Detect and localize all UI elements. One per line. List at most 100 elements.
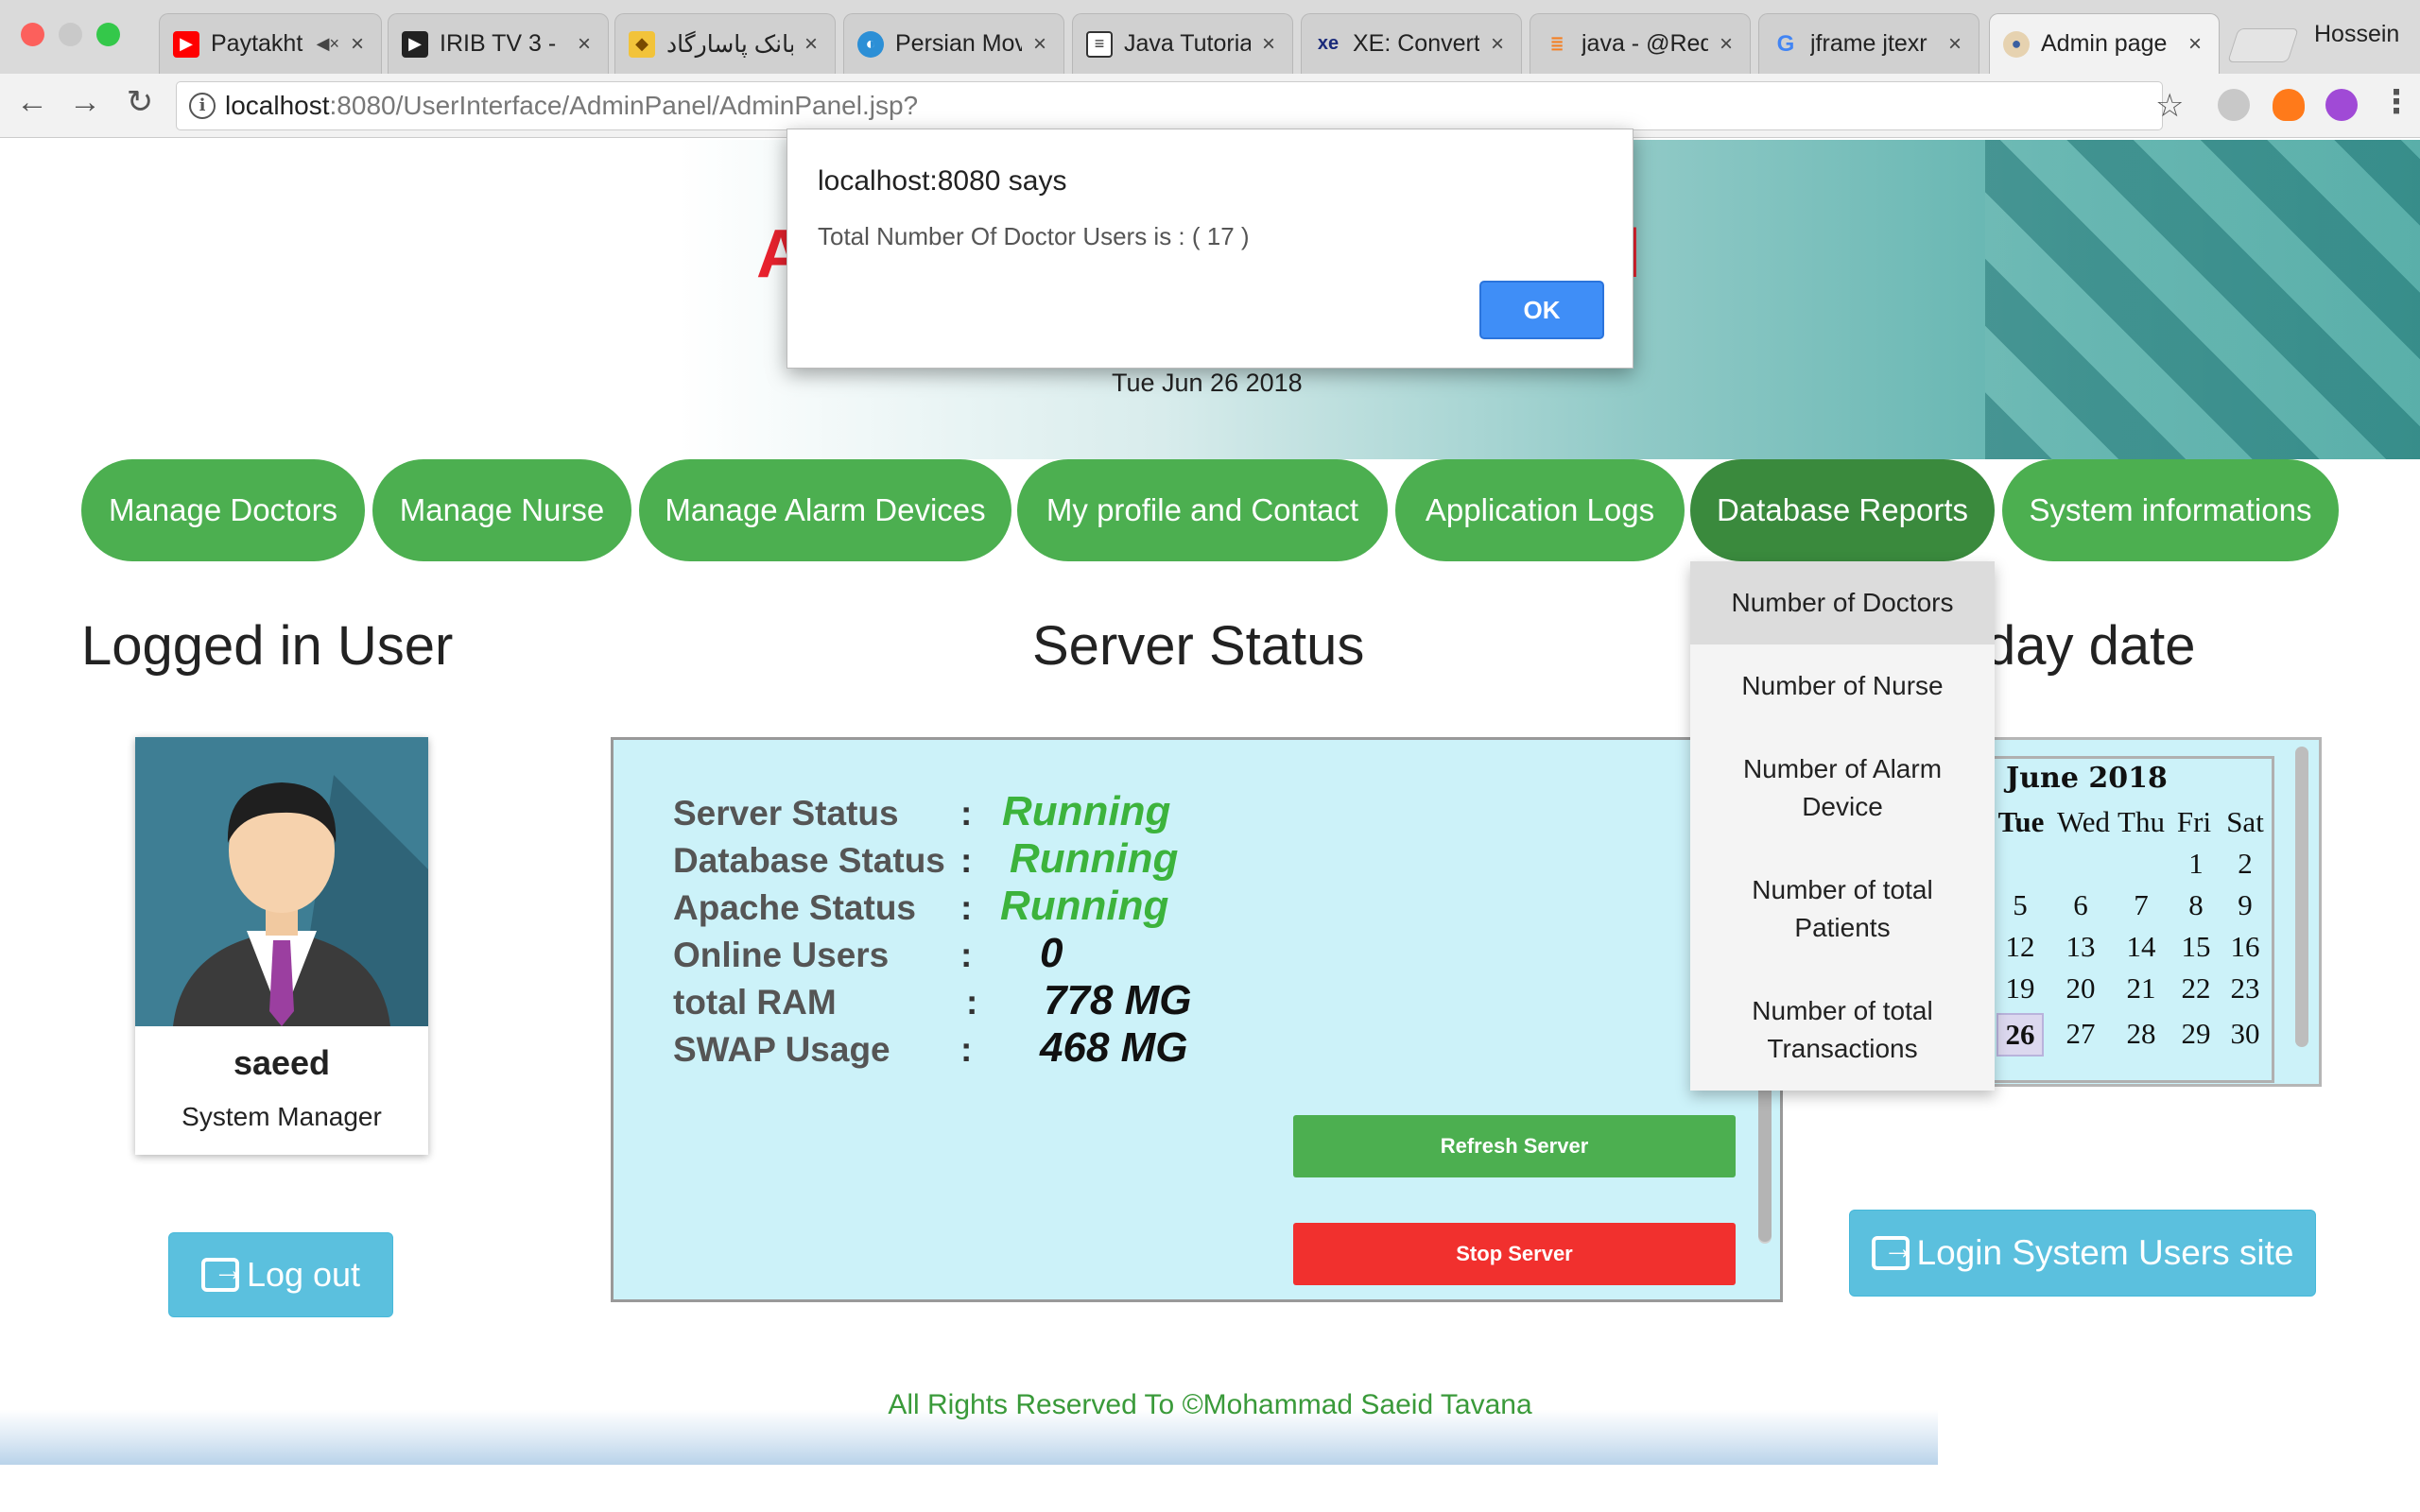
close-tab-icon[interactable]: × [1945,31,1965,58]
bookmark-star-icon[interactable]: ☆ [2155,87,2184,125]
server-status-colon: : [960,794,973,833]
calendar-day[interactable]: 6 [2057,888,2104,922]
total-ram-value: 778 MG [1044,977,1192,1023]
browser-profile-name[interactable]: Hossein [2314,21,2399,48]
browser-tab[interactable]: ≡ Java Tutoria × [1072,13,1293,74]
calendar-day[interactable]: 2 [2221,847,2269,881]
url-host: localhost [225,91,330,120]
swap-usage-value: 468 MG [1040,1024,1188,1071]
browser-tab[interactable]: ≣ java - @Req × [1530,13,1751,74]
menu-item-number-of-total-patients[interactable]: Number of total Patients [1690,850,1995,968]
speaker-muted-icon[interactable]: ◀× [317,34,339,54]
alert-title: localhost:8080 says [818,165,1067,197]
login-icon [1871,1230,1915,1270]
nav-my-profile[interactable]: My profile and Contact [1017,459,1388,561]
close-tab-icon[interactable]: × [347,31,368,58]
calendar-day[interactable]: 27 [2057,1017,2104,1051]
browser-tab-active[interactable]: ● Admin page × [1989,13,2220,74]
user-avatar-icon [135,737,428,1026]
login-system-users-button[interactable]: Login System Users site [1849,1210,2316,1297]
new-tab-button[interactable] [2227,28,2299,62]
globe-icon: ◐ [857,30,884,58]
nav-manage-nurse[interactable]: Manage Nurse [372,459,631,561]
tab-title: Persian Mov [895,30,1022,57]
calendar-day[interactable]: 8 [2172,888,2220,922]
back-arrow-icon[interactable]: ← [13,83,51,121]
menu-item-number-of-total-transactions[interactable]: Number of total Transactions [1690,971,1995,1089]
calendar-day[interactable]: 20 [2057,971,2104,1005]
browser-tab[interactable]: xe XE: Convert × [1301,13,1522,74]
browser-tab[interactable]: ▶ IRIB TV 3 - × [388,13,609,74]
calendar-day[interactable]: 22 [2172,971,2220,1005]
apache-status-label: Apache Status [673,888,917,927]
calendar-day[interactable]: 23 [2221,971,2269,1005]
close-tab-icon[interactable]: × [574,31,595,58]
calendar-day[interactable]: 9 [2221,888,2269,922]
close-tab-icon[interactable]: × [1716,31,1737,58]
database-status-value: Running [1010,835,1179,882]
calendar-today[interactable]: 26 [1996,1013,2044,1057]
minimize-window-icon[interactable] [59,23,82,46]
online-users-colon: : [960,936,973,974]
zoom-window-icon[interactable] [96,23,120,46]
avatar [135,737,428,1026]
calendar-weekday: Fri [2176,805,2212,838]
browser-tab[interactable]: G jframe jtexr × [1758,13,1979,74]
nav-manage-alarm-devices[interactable]: Manage Alarm Devices [639,459,1011,561]
calendar-day[interactable]: 14 [2118,930,2165,964]
close-window-icon[interactable] [21,23,44,46]
calendar-day[interactable]: 28 [2118,1017,2165,1051]
calendar-day[interactable]: 5 [1996,888,2044,922]
refresh-server-button[interactable]: Refresh Server [1293,1115,1736,1177]
calendar-day[interactable]: 15 [2172,930,2220,964]
calendar-scrollbar[interactable] [2295,747,2308,1047]
menu-item-number-of-doctors[interactable]: Number of Doctors [1690,561,1995,644]
nav-database-reports[interactable]: Database Reports [1690,459,1995,561]
nav-application-logs[interactable]: Application Logs [1395,459,1685,561]
stop-server-button[interactable]: Stop Server [1293,1223,1736,1285]
calendar-day[interactable]: 7 [2118,888,2165,922]
apache-status-colon: : [960,888,973,927]
site-info-icon[interactable]: i [189,93,216,119]
alert-ok-button[interactable]: OK [1479,281,1604,339]
nav-system-informations[interactable]: System informations [2002,459,2339,561]
globe-extension-icon[interactable] [2218,89,2250,121]
calendar-day[interactable]: 21 [2118,971,2165,1005]
forward-arrow-icon[interactable]: → [66,83,104,121]
calendar-day[interactable]: 29 [2172,1017,2220,1051]
tab-title: XE: Convert [1353,30,1479,57]
play-icon: ▶ [402,30,428,58]
tab-title: IRIB TV 3 - [440,30,557,57]
close-tab-icon[interactable]: × [1258,31,1279,58]
close-tab-icon[interactable]: × [1487,31,1508,58]
calendar-day[interactable]: 13 [2057,930,2104,964]
nav-manage-doctors[interactable]: Manage Doctors [81,459,365,561]
today-date-heading: day date [1985,615,2196,677]
online-users-value: 0 [1040,930,1063,976]
logout-button[interactable]: Log out [168,1232,393,1317]
browser-menu-icon[interactable]: ⋮ [2380,83,2412,121]
logout-label: Log out [246,1255,361,1294]
reload-icon[interactable]: ↻ [121,83,159,121]
close-tab-icon[interactable]: × [2185,31,2205,58]
youtube-icon: ▶ [173,30,199,58]
browser-tab[interactable]: ▶ Paytakht ◀× × [159,13,382,74]
browser-tab[interactable]: ◐ Persian Mov × [843,13,1064,74]
browser-tab[interactable]: ◆ بانک پاسارگاد :: × [614,13,836,74]
close-tab-icon[interactable]: × [1029,31,1050,58]
login-system-users-label: Login System Users site [1916,1233,2294,1272]
menu-item-number-of-alarm-device[interactable]: Number of Alarm Device [1690,730,1995,847]
url-text[interactable]: localhost:8080/UserInterface/AdminPanel/… [225,91,918,121]
calendar-day[interactable]: 19 [1996,971,2044,1005]
fire-extension-icon[interactable] [2273,89,2305,121]
menu-item-number-of-nurse[interactable]: Number of Nurse [1690,644,1995,728]
calendar-day[interactable]: 1 [2172,847,2220,881]
footer-copyright: All Rights Reserved To ©Mohammad Saeid T… [888,1389,1532,1420]
total-ram-colon: : [966,983,978,1022]
calendar-day[interactable]: 30 [2221,1017,2269,1051]
calendar-day[interactable]: 16 [2221,930,2269,964]
calendar-day[interactable]: 12 [1996,930,2044,964]
purple-extension-icon[interactable] [2325,89,2358,121]
close-tab-icon[interactable]: × [801,31,821,58]
stackoverflow-icon: ≣ [1549,34,1564,53]
